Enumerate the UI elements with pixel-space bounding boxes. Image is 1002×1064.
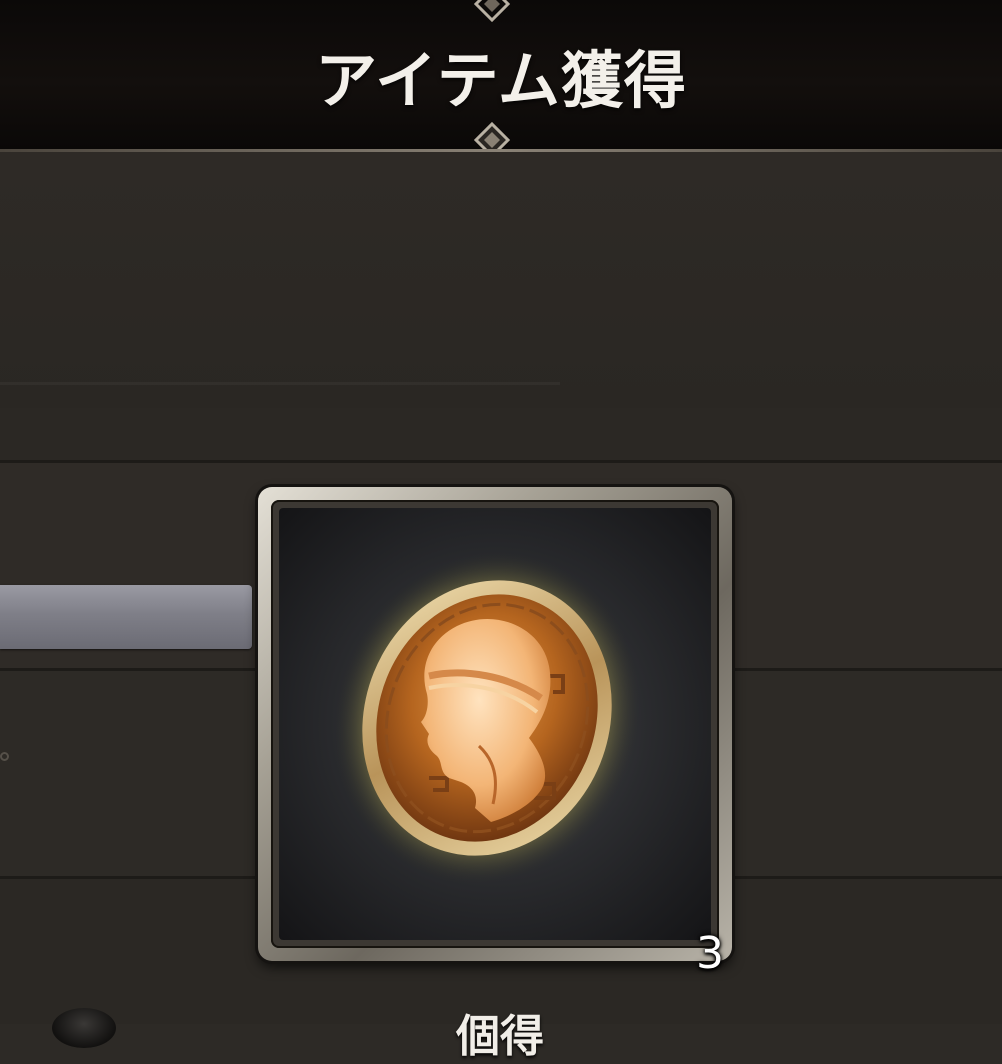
bronze-coin-icon — [334, 552, 640, 884]
item-slot-background — [279, 508, 711, 940]
item-slot-inner — [271, 500, 719, 948]
header-banner: アイテム獲得 — [0, 0, 1002, 158]
panel-stripe — [0, 382, 560, 385]
dialog-panel — [0, 152, 1002, 408]
side-tab-button[interactable] — [0, 585, 252, 649]
round-button[interactable] — [52, 1008, 116, 1048]
item-quantity: 3 — [696, 928, 724, 979]
page-title: アイテム獲得 — [315, 44, 687, 117]
list-separator — [0, 408, 1002, 463]
reward-subtitle: 個得 — [456, 1011, 544, 1062]
diamond-ornament-icon — [474, 0, 510, 22]
reward-item-slot[interactable] — [258, 487, 732, 961]
row-indicator-icon — [0, 752, 9, 761]
